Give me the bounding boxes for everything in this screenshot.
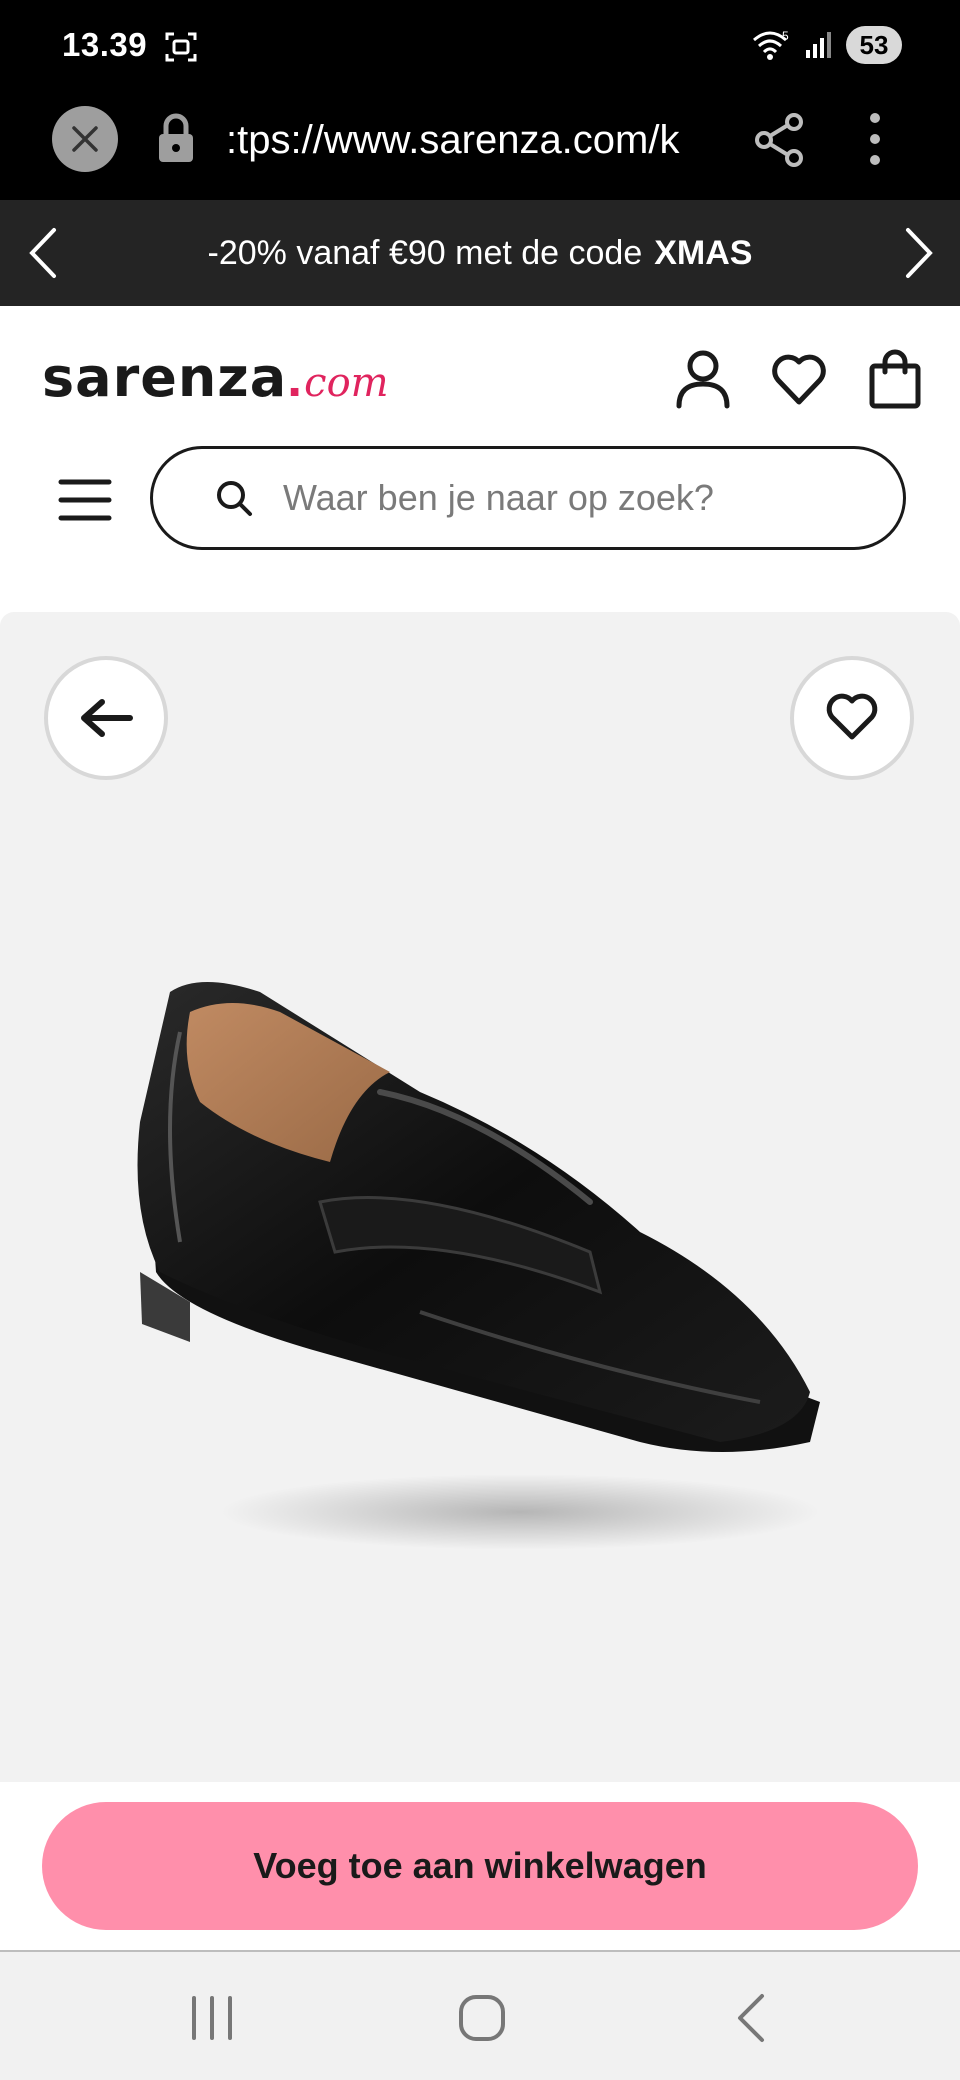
- close-icon: [72, 126, 98, 152]
- logo-wordmark: sarenza: [42, 346, 288, 409]
- status-time: 13.39: [62, 26, 148, 63]
- logo-dot: .: [287, 348, 303, 408]
- status-indicators: 5 53: [752, 26, 902, 64]
- back-nav-icon[interactable]: [722, 1990, 782, 2046]
- logo-suffix: com: [304, 360, 389, 406]
- more-options-icon[interactable]: [862, 110, 888, 168]
- search-input[interactable]: [283, 477, 843, 519]
- promo-text: -20% vanaf €90 met de code: [207, 233, 643, 272]
- promo-message: -20% vanaf €90 met de code XMAS: [0, 200, 960, 306]
- url-field[interactable]: :tps://www.sarenza.com/k: [226, 114, 716, 166]
- status-bar: 13.39 5 53: [0, 0, 960, 92]
- add-to-wishlist-button[interactable]: [790, 656, 914, 780]
- signal-icon: [806, 32, 831, 58]
- network-badge: 5: [782, 29, 789, 43]
- arrow-left-icon: [81, 699, 133, 737]
- promo-banner: -20% vanaf €90 met de code XMAS: [0, 200, 960, 306]
- search-icon: [217, 481, 252, 516]
- chevron-left-icon[interactable]: [24, 226, 64, 280]
- back-button[interactable]: [44, 656, 168, 780]
- heart-icon: [826, 693, 878, 740]
- home-icon[interactable]: [452, 1990, 512, 2046]
- product-gallery[interactable]: [0, 612, 960, 1782]
- close-tab-button[interactable]: [52, 106, 118, 172]
- screenshot-icon: [165, 32, 197, 62]
- lock-icon[interactable]: [156, 112, 196, 164]
- site-header: sarenza . com: [0, 306, 960, 456]
- battery-indicator: 53: [846, 26, 902, 64]
- browser-toolbar: :tps://www.sarenza.com/k: [0, 92, 960, 200]
- account-icon[interactable]: [674, 348, 732, 410]
- site-logo[interactable]: sarenza . com: [42, 346, 389, 416]
- product-image: [137, 982, 820, 1550]
- wifi-icon: 5: [753, 29, 789, 60]
- heart-icon[interactable]: [770, 348, 828, 410]
- add-to-cart-button[interactable]: Voeg toe aan winkelwagen: [42, 1802, 918, 1930]
- cta-container: Voeg toe aan winkelwagen: [0, 1782, 960, 1950]
- hamburger-menu-icon[interactable]: [58, 476, 112, 524]
- chevron-right-icon[interactable]: [898, 226, 938, 280]
- shopping-bag-icon[interactable]: [866, 348, 924, 410]
- promo-code: XMAS: [654, 233, 753, 272]
- share-icon[interactable]: [754, 112, 804, 168]
- search-bar[interactable]: [150, 446, 906, 550]
- system-navigation-bar: [0, 1950, 960, 2080]
- recent-apps-icon[interactable]: [182, 1990, 242, 2046]
